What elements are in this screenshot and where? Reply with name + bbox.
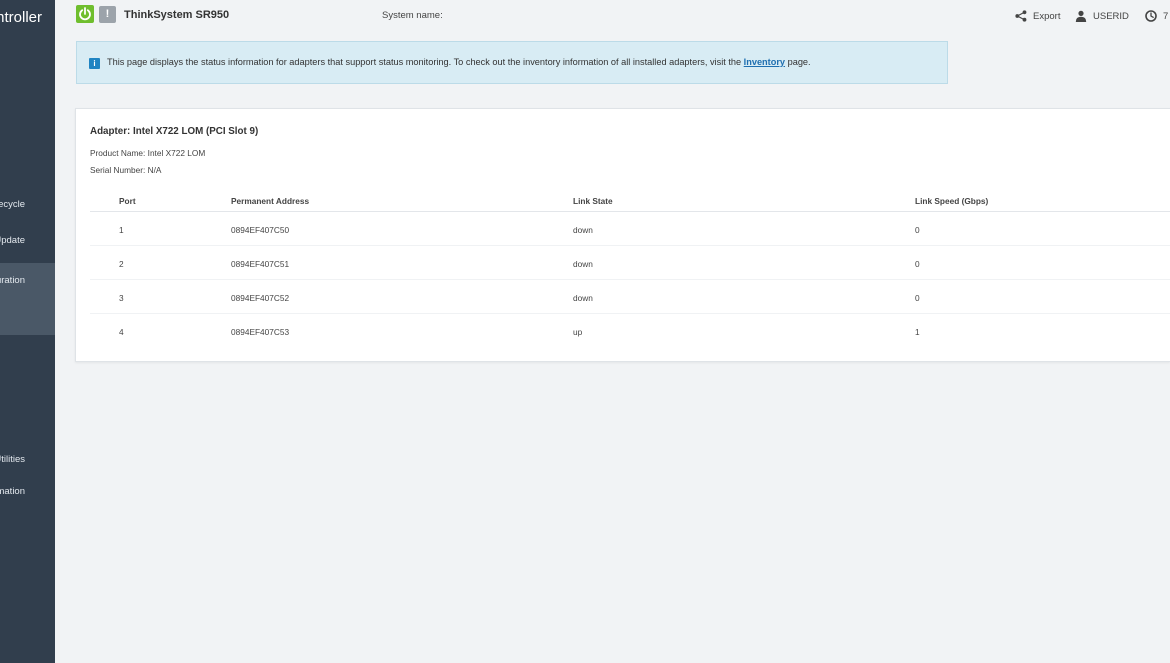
info-banner: i This page displays the status informat…	[76, 41, 948, 84]
address-cell: 0894EF407C53	[231, 327, 290, 337]
column-header-link-speed: Link Speed (Gbps)	[915, 196, 989, 206]
warning-button[interactable]: !	[99, 6, 116, 23]
table-row: 3 0894EF407C52 down 0	[90, 280, 1170, 314]
serial-number: Serial Number: N/A	[90, 165, 162, 175]
link-state-cell: up	[573, 327, 583, 337]
banner-text-before: This page displays the status informatio…	[107, 57, 742, 67]
adapter-title: Adapter: Intel X722 LOM (PCI Slot 9)	[90, 126, 259, 137]
port-cell: 3	[119, 293, 124, 303]
table-row: 4 0894EF407C53 up 1	[90, 314, 1170, 348]
port-cell: 4	[119, 327, 124, 337]
sidebar-brand: Controller	[0, 8, 55, 30]
clock-icon	[1145, 10, 1157, 22]
user-label: USERID	[1093, 10, 1129, 22]
sidebar-item-information[interactable]: Information	[0, 480, 55, 506]
sidebar-item-utilities[interactable]: Utilities	[0, 448, 55, 474]
link-speed-cell: 0	[915, 259, 920, 269]
share-icon	[1015, 10, 1027, 22]
sidebar-item-configuration[interactable]: Configuration	[0, 263, 55, 335]
sidebar: Controller Lifecycle Update Configuratio…	[0, 0, 55, 663]
user-icon	[1075, 10, 1087, 22]
sidebar-item-label: Update	[0, 235, 25, 246]
sidebar-item-label: Information	[0, 486, 25, 497]
banner-text: This page displays the status informatio…	[107, 57, 811, 67]
address-cell: 0894EF407C50	[231, 225, 290, 235]
table-header: Port Permanent Address Link State Link S…	[90, 189, 1170, 212]
sidebar-item-label: Utilities	[0, 454, 25, 465]
link-speed-cell: 0	[915, 225, 920, 235]
top-header: ! ThinkSystem SR950 System name: Export …	[55, 0, 1170, 32]
link-state-cell: down	[573, 293, 593, 303]
address-cell: 0894EF407C51	[231, 259, 290, 269]
sidebar-item-update[interactable]: Update	[0, 229, 55, 255]
adapter-card: Adapter: Intel X722 LOM (PCI Slot 9) Pro…	[75, 108, 1170, 362]
info-icon: i	[89, 58, 100, 69]
exclamation-icon: !	[105, 8, 110, 20]
port-cell: 1	[119, 225, 124, 235]
link-speed-cell: 0	[915, 293, 920, 303]
time-label: 7	[1163, 10, 1169, 22]
system-name-label: System name:	[382, 10, 443, 21]
link-speed-cell: 1	[915, 327, 920, 337]
port-cell: 2	[119, 259, 124, 269]
power-button[interactable]	[76, 5, 94, 23]
sidebar-item-label: Lifecycle	[0, 199, 25, 210]
address-cell: 0894EF407C52	[231, 293, 290, 303]
banner-text-after: page.	[787, 57, 811, 67]
brand-title: Controller	[0, 9, 42, 26]
server-model: ThinkSystem SR950	[124, 9, 230, 21]
link-state-cell: down	[573, 259, 593, 269]
inventory-link[interactable]: Inventory	[744, 57, 785, 67]
power-icon	[79, 7, 91, 21]
column-header-address: Permanent Address	[231, 196, 310, 206]
product-name: Product Name: Intel X722 LOM	[90, 148, 206, 158]
column-header-link-state: Link State	[573, 196, 613, 206]
port-table: Port Permanent Address Link State Link S…	[90, 189, 1170, 348]
table-row: 2 0894EF407C51 down 0	[90, 246, 1170, 280]
export-label: Export	[1033, 10, 1061, 22]
time-indicator[interactable]: 7	[1145, 8, 1168, 24]
user-menu[interactable]: USERID	[1075, 8, 1129, 24]
sidebar-item-lifecycle[interactable]: Lifecycle	[0, 193, 55, 219]
sidebar-item-label: Configuration	[0, 275, 25, 286]
table-row: 1 0894EF407C50 down 0	[90, 212, 1170, 246]
link-state-cell: down	[573, 225, 593, 235]
column-header-port: Port	[119, 196, 136, 206]
export-button[interactable]: Export	[1015, 8, 1060, 24]
